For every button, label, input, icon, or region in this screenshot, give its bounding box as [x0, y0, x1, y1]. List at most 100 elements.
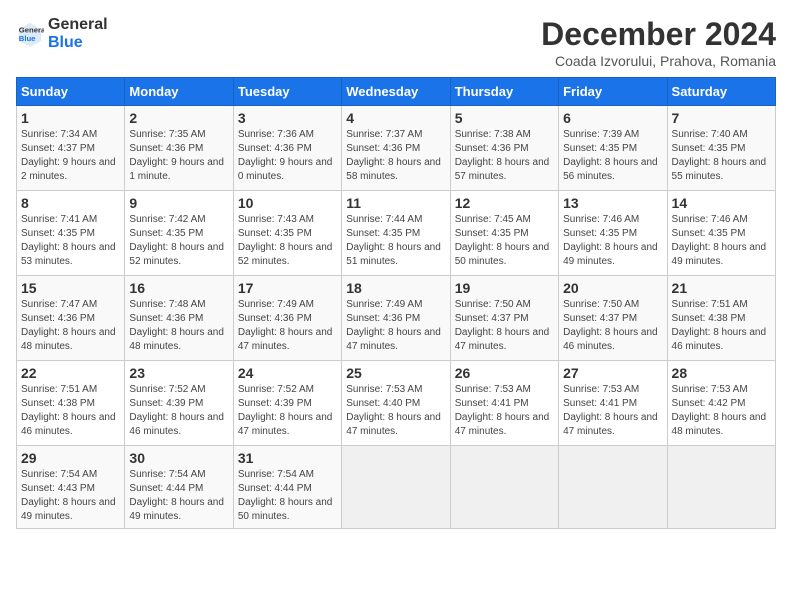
table-row: 4 Sunrise: 7:37 AM Sunset: 4:36 PM Dayli…	[342, 106, 450, 191]
table-row: 8 Sunrise: 7:41 AM Sunset: 4:35 PM Dayli…	[17, 191, 125, 276]
day-number: 24	[238, 365, 337, 381]
day-number: 21	[672, 280, 771, 296]
day-info: Sunrise: 7:54 AM Sunset: 4:43 PM Dayligh…	[21, 469, 116, 522]
day-info: Sunrise: 7:53 AM Sunset: 4:40 PM Dayligh…	[346, 384, 441, 437]
day-number: 18	[346, 280, 445, 296]
day-info: Sunrise: 7:47 AM Sunset: 4:36 PM Dayligh…	[21, 299, 116, 352]
col-saturday: Saturday	[667, 78, 775, 106]
day-number: 31	[238, 450, 337, 466]
day-number: 17	[238, 280, 337, 296]
calendar-week-row: 8 Sunrise: 7:41 AM Sunset: 4:35 PM Dayli…	[17, 191, 776, 276]
table-row: 12 Sunrise: 7:45 AM Sunset: 4:35 PM Dayl…	[450, 191, 558, 276]
table-row: 27 Sunrise: 7:53 AM Sunset: 4:41 PM Dayl…	[559, 361, 667, 446]
day-info: Sunrise: 7:49 AM Sunset: 4:36 PM Dayligh…	[346, 299, 441, 352]
day-info: Sunrise: 7:49 AM Sunset: 4:36 PM Dayligh…	[238, 299, 333, 352]
page-header: General Blue General Blue December 2024 …	[16, 16, 776, 69]
calendar-week-row: 29 Sunrise: 7:54 AM Sunset: 4:43 PM Dayl…	[17, 446, 776, 529]
table-row: 7 Sunrise: 7:40 AM Sunset: 4:35 PM Dayli…	[667, 106, 775, 191]
day-info: Sunrise: 7:45 AM Sunset: 4:35 PM Dayligh…	[455, 214, 550, 267]
day-info: Sunrise: 7:52 AM Sunset: 4:39 PM Dayligh…	[129, 384, 224, 437]
day-number: 6	[563, 110, 662, 126]
table-row: 15 Sunrise: 7:47 AM Sunset: 4:36 PM Dayl…	[17, 276, 125, 361]
day-number: 20	[563, 280, 662, 296]
table-row: 20 Sunrise: 7:50 AM Sunset: 4:37 PM Dayl…	[559, 276, 667, 361]
header-row: Sunday Monday Tuesday Wednesday Thursday…	[17, 78, 776, 106]
day-number: 12	[455, 195, 554, 211]
day-info: Sunrise: 7:53 AM Sunset: 4:42 PM Dayligh…	[672, 384, 767, 437]
day-number: 27	[563, 365, 662, 381]
table-row: 22 Sunrise: 7:51 AM Sunset: 4:38 PM Dayl…	[17, 361, 125, 446]
table-row: 31 Sunrise: 7:54 AM Sunset: 4:44 PM Dayl…	[233, 446, 341, 529]
day-info: Sunrise: 7:54 AM Sunset: 4:44 PM Dayligh…	[238, 469, 333, 522]
svg-text:General: General	[19, 25, 44, 34]
day-info: Sunrise: 7:37 AM Sunset: 4:36 PM Dayligh…	[346, 129, 441, 182]
table-row: 18 Sunrise: 7:49 AM Sunset: 4:36 PM Dayl…	[342, 276, 450, 361]
day-number: 16	[129, 280, 228, 296]
empty-cell	[450, 446, 558, 529]
empty-cell	[559, 446, 667, 529]
col-wednesday: Wednesday	[342, 78, 450, 106]
day-number: 10	[238, 195, 337, 211]
day-info: Sunrise: 7:34 AM Sunset: 4:37 PM Dayligh…	[21, 129, 116, 182]
table-row: 25 Sunrise: 7:53 AM Sunset: 4:40 PM Dayl…	[342, 361, 450, 446]
day-number: 29	[21, 450, 120, 466]
table-row: 11 Sunrise: 7:44 AM Sunset: 4:35 PM Dayl…	[342, 191, 450, 276]
day-number: 30	[129, 450, 228, 466]
day-info: Sunrise: 7:40 AM Sunset: 4:35 PM Dayligh…	[672, 129, 767, 182]
logo-line1: General	[48, 16, 108, 34]
day-info: Sunrise: 7:53 AM Sunset: 4:41 PM Dayligh…	[455, 384, 550, 437]
table-row: 1 Sunrise: 7:34 AM Sunset: 4:37 PM Dayli…	[17, 106, 125, 191]
title-block: December 2024 Coada Izvorului, Prahova, …	[541, 16, 776, 69]
day-number: 19	[455, 280, 554, 296]
day-info: Sunrise: 7:50 AM Sunset: 4:37 PM Dayligh…	[563, 299, 658, 352]
day-number: 5	[455, 110, 554, 126]
day-info: Sunrise: 7:39 AM Sunset: 4:35 PM Dayligh…	[563, 129, 658, 182]
day-number: 15	[21, 280, 120, 296]
day-number: 23	[129, 365, 228, 381]
day-info: Sunrise: 7:42 AM Sunset: 4:35 PM Dayligh…	[129, 214, 224, 267]
col-monday: Monday	[125, 78, 233, 106]
table-row: 9 Sunrise: 7:42 AM Sunset: 4:35 PM Dayli…	[125, 191, 233, 276]
day-info: Sunrise: 7:44 AM Sunset: 4:35 PM Dayligh…	[346, 214, 441, 267]
day-number: 9	[129, 195, 228, 211]
svg-text:Blue: Blue	[19, 34, 36, 43]
table-row: 17 Sunrise: 7:49 AM Sunset: 4:36 PM Dayl…	[233, 276, 341, 361]
day-number: 11	[346, 195, 445, 211]
col-thursday: Thursday	[450, 78, 558, 106]
day-number: 26	[455, 365, 554, 381]
col-sunday: Sunday	[17, 78, 125, 106]
day-info: Sunrise: 7:51 AM Sunset: 4:38 PM Dayligh…	[672, 299, 767, 352]
col-friday: Friday	[559, 78, 667, 106]
col-tuesday: Tuesday	[233, 78, 341, 106]
empty-cell	[342, 446, 450, 529]
empty-cell	[667, 446, 775, 529]
day-info: Sunrise: 7:38 AM Sunset: 4:36 PM Dayligh…	[455, 129, 550, 182]
table-row: 6 Sunrise: 7:39 AM Sunset: 4:35 PM Dayli…	[559, 106, 667, 191]
day-info: Sunrise: 7:51 AM Sunset: 4:38 PM Dayligh…	[21, 384, 116, 437]
table-row: 16 Sunrise: 7:48 AM Sunset: 4:36 PM Dayl…	[125, 276, 233, 361]
day-info: Sunrise: 7:50 AM Sunset: 4:37 PM Dayligh…	[455, 299, 550, 352]
day-info: Sunrise: 7:52 AM Sunset: 4:39 PM Dayligh…	[238, 384, 333, 437]
table-row: 24 Sunrise: 7:52 AM Sunset: 4:39 PM Dayl…	[233, 361, 341, 446]
table-row: 19 Sunrise: 7:50 AM Sunset: 4:37 PM Dayl…	[450, 276, 558, 361]
calendar-week-row: 15 Sunrise: 7:47 AM Sunset: 4:36 PM Dayl…	[17, 276, 776, 361]
day-info: Sunrise: 7:53 AM Sunset: 4:41 PM Dayligh…	[563, 384, 658, 437]
table-row: 2 Sunrise: 7:35 AM Sunset: 4:36 PM Dayli…	[125, 106, 233, 191]
day-number: 13	[563, 195, 662, 211]
table-row: 26 Sunrise: 7:53 AM Sunset: 4:41 PM Dayl…	[450, 361, 558, 446]
day-number: 7	[672, 110, 771, 126]
calendar-week-row: 22 Sunrise: 7:51 AM Sunset: 4:38 PM Dayl…	[17, 361, 776, 446]
location: Coada Izvorului, Prahova, Romania	[541, 53, 776, 69]
table-row: 13 Sunrise: 7:46 AM Sunset: 4:35 PM Dayl…	[559, 191, 667, 276]
table-row: 29 Sunrise: 7:54 AM Sunset: 4:43 PM Dayl…	[17, 446, 125, 529]
day-info: Sunrise: 7:36 AM Sunset: 4:36 PM Dayligh…	[238, 129, 333, 182]
day-number: 22	[21, 365, 120, 381]
day-info: Sunrise: 7:43 AM Sunset: 4:35 PM Dayligh…	[238, 214, 333, 267]
day-info: Sunrise: 7:54 AM Sunset: 4:44 PM Dayligh…	[129, 469, 224, 522]
table-row: 14 Sunrise: 7:46 AM Sunset: 4:35 PM Dayl…	[667, 191, 775, 276]
table-row: 3 Sunrise: 7:36 AM Sunset: 4:36 PM Dayli…	[233, 106, 341, 191]
day-info: Sunrise: 7:35 AM Sunset: 4:36 PM Dayligh…	[129, 129, 224, 182]
day-info: Sunrise: 7:46 AM Sunset: 4:35 PM Dayligh…	[672, 214, 767, 267]
day-number: 14	[672, 195, 771, 211]
day-number: 2	[129, 110, 228, 126]
